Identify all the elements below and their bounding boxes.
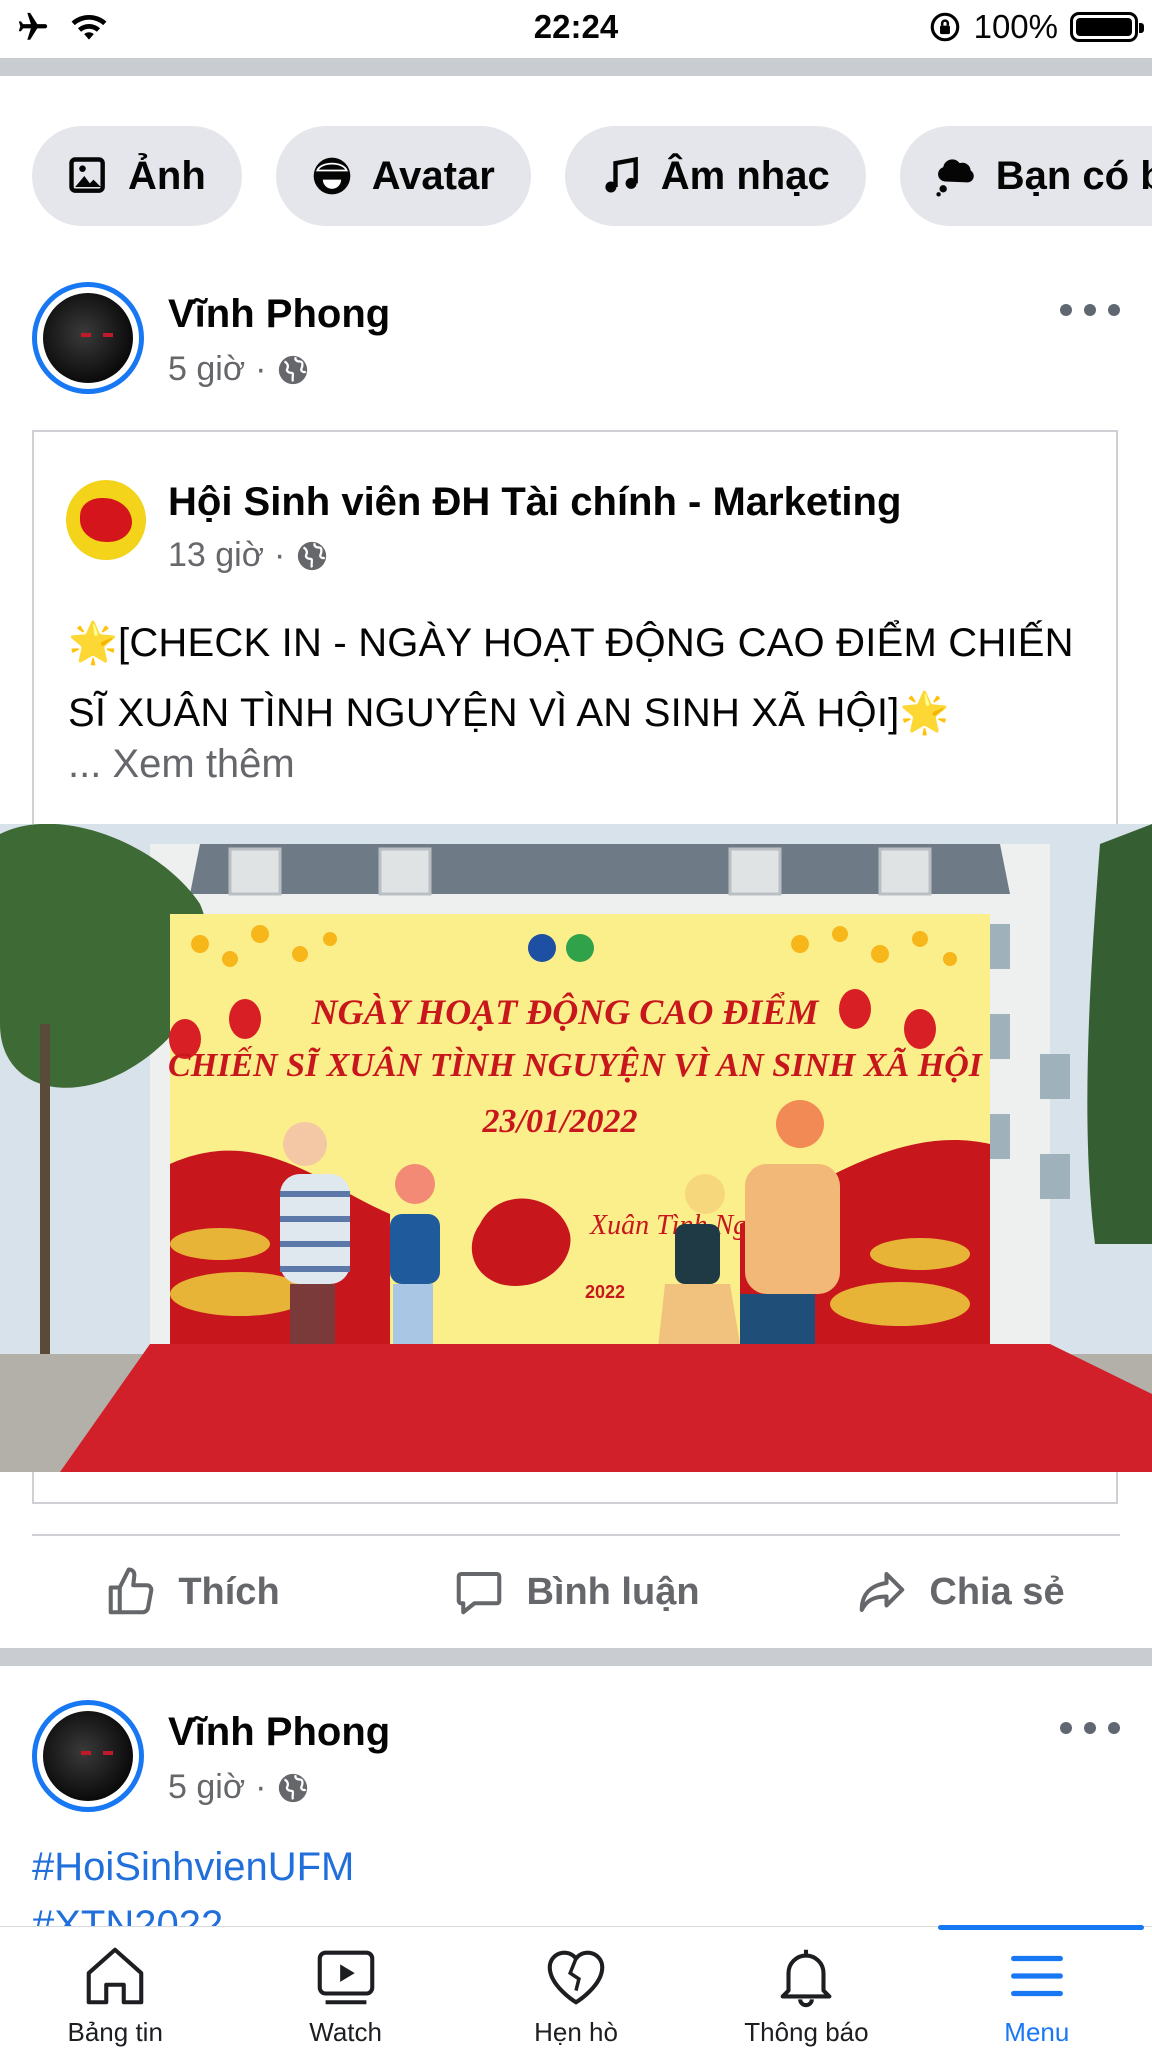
photo-icon — [69, 157, 105, 193]
page-avatar[interactable] — [66, 480, 146, 560]
post-meta: 5 giờ · — [168, 350, 310, 389]
share-button[interactable]: Chia sẻ — [768, 1556, 1152, 1628]
like-button[interactable]: Thích — [0, 1556, 384, 1628]
banner-date: 23/01/2022 — [482, 1103, 638, 1140]
tab-notifications[interactable]: Thông báo — [691, 1927, 921, 2048]
home-icon — [86, 1947, 144, 2005]
battery-percent: 100% — [973, 8, 1058, 45]
banner-line2: CHIẾN SĨ XUÂN TÌNH NGUYỆN VÌ AN SINH XÃ … — [168, 1046, 984, 1084]
tab-label: Bảng tin — [67, 2017, 163, 2047]
post-time[interactable]: 5 giờ — [168, 1768, 245, 1807]
post-text: 🌟[CHECK IN - NGÀY HOẠT ĐỘNG CAO ĐIỂM CHI… — [68, 608, 1098, 748]
status-bar: 22:24 100% — [0, 0, 1152, 58]
tab-watch[interactable]: Watch — [230, 1927, 460, 2048]
menu-icon — [1010, 1955, 1063, 1997]
post-meta: 5 giờ · — [168, 1768, 310, 1807]
battery-icon — [1070, 12, 1144, 42]
tab-label: Thông báo — [744, 2017, 869, 2047]
rotation-lock-icon — [930, 12, 959, 42]
more-options-icon[interactable] — [1060, 290, 1120, 330]
thought-bubble-icon — [936, 159, 974, 197]
chip-label: Bạn có b — [995, 153, 1152, 198]
divider — [0, 1648, 1152, 1666]
chip-music[interactable]: Âm nhạc — [564, 126, 866, 226]
share-label: Chia sẻ — [929, 1570, 1065, 1613]
post-image[interactable]: NGÀY HOẠT ĐỘNG CAO ĐIỂM CHIẾN SĨ XUÂN TÌ… — [0, 824, 1152, 1472]
comment-button[interactable]: Bình luận — [384, 1556, 768, 1628]
page-name[interactable]: Hội Sinh viên ĐH Tài chính - Marketing — [168, 480, 901, 525]
shared-post-time[interactable]: 13 giờ — [168, 536, 264, 575]
banner-logo-year: 2022 — [585, 1282, 625, 1302]
tab-label: Hẹn hò — [534, 2017, 618, 2047]
watch-icon — [317, 1950, 374, 2005]
bell-icon — [781, 1949, 832, 2008]
banner-line1: NGÀY HOẠT ĐỘNG CAO ĐIỂM — [311, 992, 821, 1032]
chip-label: Âm nhạc — [660, 153, 830, 198]
composer-chips: Ảnh Avatar Âm nhạc Bạn có b — [32, 126, 1152, 226]
meta-separator: · — [255, 350, 267, 388]
avatar[interactable] — [32, 282, 144, 394]
chip-thought[interactable]: Bạn có b — [899, 126, 1152, 226]
shared-post-meta: 13 giờ · — [168, 536, 329, 575]
tab-dating[interactable]: Hẹn hò — [461, 1927, 691, 2048]
thumbs-up-icon — [109, 1567, 154, 1615]
hashtag-link[interactable]: #HoiSinhvienUFM — [32, 1838, 354, 1896]
avatar-icon — [313, 157, 351, 195]
chip-label: Ảnh — [128, 153, 206, 198]
post-actions: Thích Bình luận Chia sẻ — [0, 1556, 1152, 1628]
comment-label: Bình luận — [526, 1570, 700, 1613]
chip-photo[interactable]: Ảnh — [32, 126, 242, 226]
event-banner-photo: NGÀY HOẠT ĐỘNG CAO ĐIỂM CHIẾN SĨ XUÂN TÌ… — [0, 824, 1152, 1472]
share-arrow-icon — [860, 1571, 905, 1613]
divider — [0, 58, 1152, 76]
globe-icon — [298, 541, 327, 570]
post-header: Vĩnh Phong 5 giờ · — [32, 1700, 1120, 1812]
globe-icon — [279, 355, 308, 384]
like-label: Thích — [178, 1570, 280, 1613]
avatar[interactable] — [32, 1700, 144, 1812]
more-options-icon[interactable] — [1060, 1708, 1120, 1748]
see-more-link[interactable]: ... Xem thêm — [68, 742, 295, 787]
tab-label: Watch — [309, 2017, 382, 2047]
bottom-tab-bar: Bảng tin Watch Hẹn hò Thông báo Menu — [0, 1925, 1152, 2048]
post-author[interactable]: Vĩnh Phong — [168, 292, 390, 337]
post-time[interactable]: 5 giờ — [168, 350, 245, 389]
chip-avatar[interactable]: Avatar — [275, 126, 531, 226]
chip-label: Avatar — [371, 153, 495, 198]
post-author[interactable]: Vĩnh Phong — [168, 1710, 390, 1755]
post-header: Vĩnh Phong 5 giờ · — [32, 282, 1120, 394]
divider — [32, 1534, 1120, 1536]
star-emoji: 🌟 — [68, 621, 119, 665]
star-emoji: 🌟 — [899, 691, 950, 735]
meta-separator: · — [274, 536, 286, 574]
tab-news-feed[interactable]: Bảng tin — [0, 1927, 230, 2048]
tab-menu[interactable]: Menu — [922, 1925, 1152, 2048]
comment-icon — [457, 1571, 502, 1615]
tab-label: Menu — [1004, 2017, 1070, 2047]
meta-separator: · — [255, 1768, 267, 1806]
music-note-icon — [605, 156, 638, 193]
globe-icon — [279, 1773, 308, 1802]
heart-icon — [547, 1950, 605, 2005]
